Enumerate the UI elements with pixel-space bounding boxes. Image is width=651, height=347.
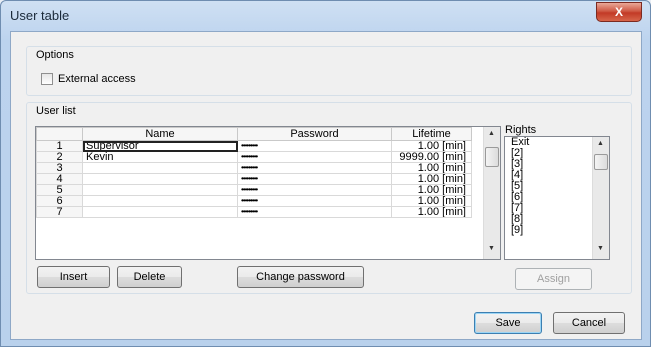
row-number: 1 [36,140,83,152]
lifetime-cell[interactable]: 1.00 [min] [391,206,472,218]
lifetime-cell[interactable]: 9999.00 [min] [391,151,472,163]
table-header-row: Name Password Lifetime [36,127,472,141]
name-cell[interactable]: Supervisor [82,140,238,152]
window-title: User table [10,8,70,23]
password-cell[interactable]: ••••••••• [237,206,392,218]
lifetime-cell[interactable]: 1.00 [min] [391,173,472,185]
password-cell[interactable]: ••••••••• [237,151,392,163]
name-cell[interactable] [82,195,238,207]
row-number: 7 [36,206,83,218]
close-button[interactable]: X [596,2,642,22]
row-number: 2 [36,151,83,163]
assign-button[interactable]: Assign [515,268,592,290]
lifetime-cell[interactable]: 1.00 [min] [391,140,472,152]
table-row[interactable]: 4 ••••••••• 1.00 [min] [36,173,472,185]
name-cell[interactable]: Kevin [82,151,238,163]
column-header-name[interactable]: Name [82,127,238,141]
password-cell[interactable]: ••••••••• [237,140,392,152]
scroll-down-icon[interactable]: ▼ [488,245,495,252]
table-row[interactable]: 5 ••••••••• 1.00 [min] [36,184,472,196]
rights-list[interactable]: Exit [2] [3] [4] [5] [6] [7] [8] [9] ▲ ▼ [504,136,610,260]
corner-header [36,127,83,141]
table-row[interactable]: 2 Kevin ••••••••• 9999.00 [min] [36,151,472,163]
lifetime-cell[interactable]: 1.00 [min] [391,184,472,196]
column-header-password[interactable]: Password [237,127,392,141]
column-header-lifetime[interactable]: Lifetime [391,127,472,141]
title-bar[interactable]: User table X [1,1,650,31]
user-grid[interactable]: Name Password Lifetime 1 Supervisor ••••… [35,126,501,260]
name-cell[interactable] [82,184,238,196]
scroll-thumb[interactable] [485,147,499,167]
close-icon: X [614,5,623,19]
external-access-checkbox[interactable] [41,73,53,85]
password-cell[interactable]: ••••••••• [237,195,392,207]
row-number: 6 [36,195,83,207]
name-cell[interactable] [82,206,238,218]
row-number: 5 [36,184,83,196]
row-number: 3 [36,162,83,174]
lifetime-cell[interactable]: 1.00 [min] [391,162,472,174]
external-access-label: External access [58,73,136,85]
table-row[interactable]: 7 ••••••••• 1.00 [min] [36,206,472,218]
name-cell[interactable] [82,173,238,185]
save-button[interactable]: Save [474,312,542,334]
change-password-button[interactable]: Change password [237,266,364,288]
scroll-down-icon[interactable]: ▼ [597,245,604,252]
table-row[interactable]: 1 Supervisor ••••••••• 1.00 [min] [36,140,472,152]
delete-button[interactable]: Delete [117,266,182,288]
password-cell[interactable]: ••••••••• [237,162,392,174]
table-row[interactable]: 6 ••••••••• 1.00 [min] [36,195,472,207]
lifetime-cell[interactable]: 1.00 [min] [391,195,472,207]
options-group: Options [26,46,632,96]
scroll-up-icon[interactable]: ▲ [488,130,495,137]
user-table-window: User table X Options External access Use… [0,0,651,347]
name-cell[interactable] [82,162,238,174]
user-list-group-title: User list [35,105,77,117]
user-grid-scrollbar[interactable]: ▲ ▼ [483,127,500,259]
insert-button[interactable]: Insert [37,266,110,288]
dialog-body: Options External access User list Name P… [10,31,642,340]
rights-label: Rights [505,124,537,136]
password-cell[interactable]: ••••••••• [237,173,392,185]
rights-scrollbar[interactable]: ▲ ▼ [592,137,609,259]
password-cell[interactable]: ••••••••• [237,184,392,196]
cancel-button[interactable]: Cancel [553,312,625,334]
table-row[interactable]: 3 ••••••••• 1.00 [min] [36,162,472,174]
options-group-title: Options [35,49,75,61]
scroll-thumb[interactable] [594,154,608,170]
user-table: Name Password Lifetime 1 Supervisor ••••… [36,127,472,218]
row-number: 4 [36,173,83,185]
scroll-up-icon[interactable]: ▲ [597,140,604,147]
